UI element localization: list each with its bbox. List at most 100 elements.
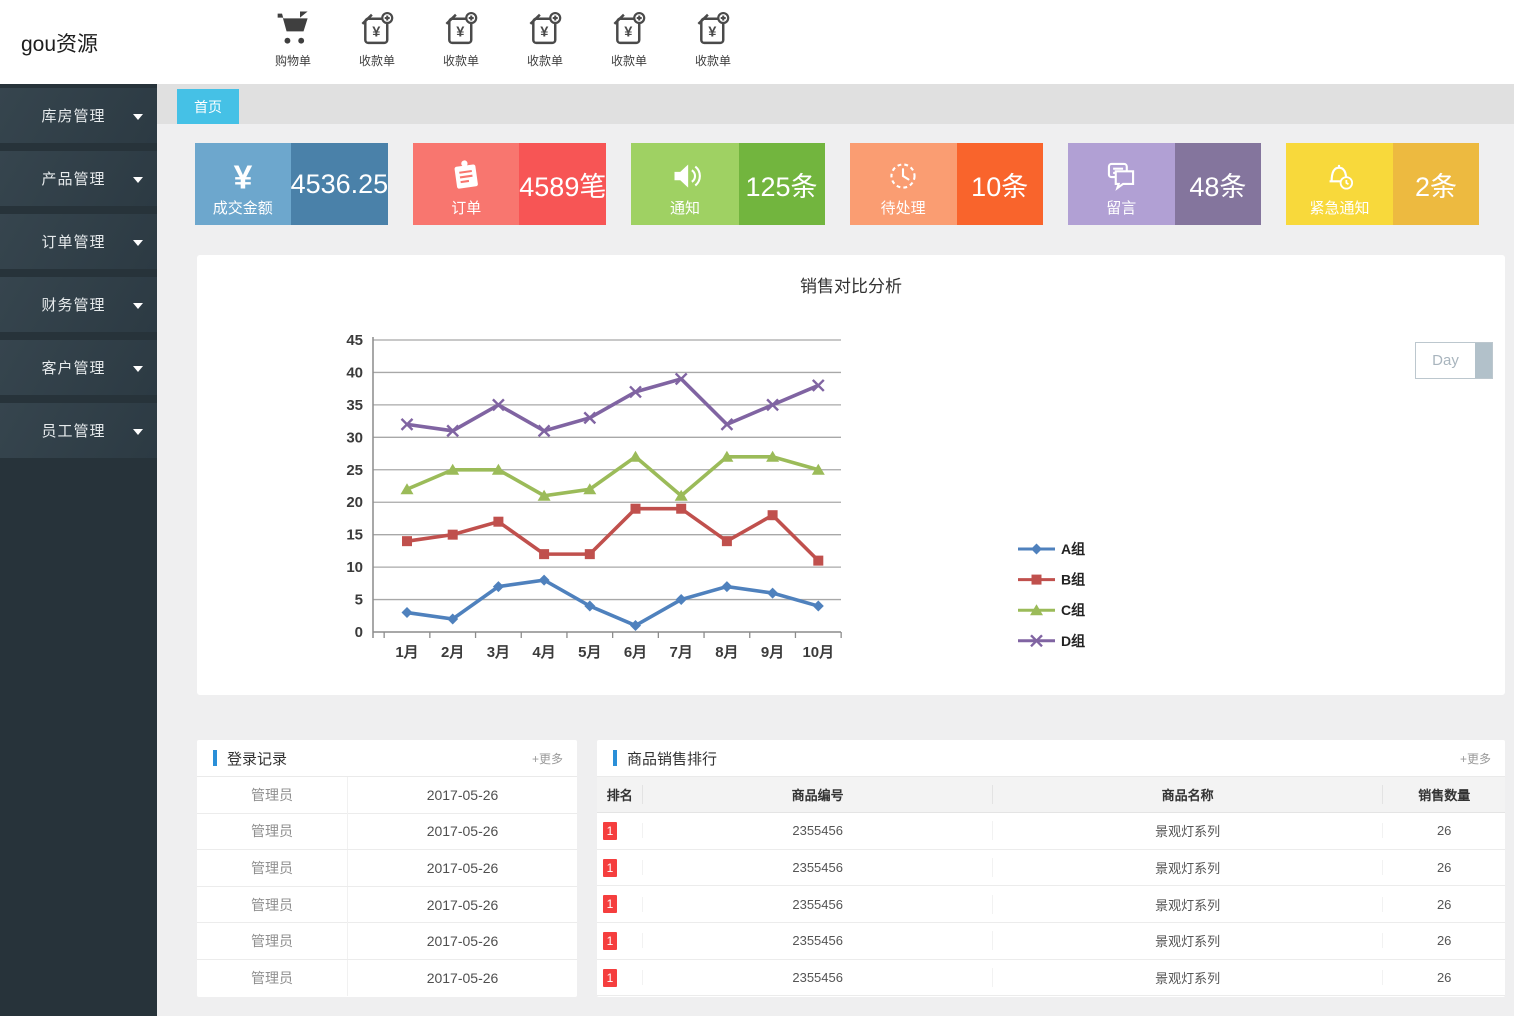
svg-text:C组: C组 (1061, 602, 1085, 618)
sidebar-item-warehouse[interactable]: 库房管理 (0, 88, 157, 143)
stat-card-deal-amount[interactable]: ¥ 成交金额 4536.25 (195, 143, 389, 225)
brand-logo: gou资源 (21, 33, 99, 56)
login-date: 2017-05-26 (347, 849, 577, 886)
stat-card-messages[interactable]: 留言 48条 (1067, 143, 1261, 225)
sales-table-header: 排名 商品编号 商品名称 销售数量 (597, 777, 1505, 813)
svg-text:1月: 1月 (395, 644, 418, 661)
svg-text:3月: 3月 (487, 644, 510, 661)
sales-quantity: 26 (1382, 860, 1505, 876)
svg-text:¥: ¥ (624, 24, 633, 40)
receipt-add-icon: ¥ (526, 9, 564, 49)
cart-icon (274, 9, 312, 49)
speaker-icon (664, 154, 706, 196)
login-date: 2017-05-26 (347, 813, 577, 850)
tab-home[interactable]: 首页 (177, 89, 239, 124)
stat-card-notices[interactable]: 通知 125条 (631, 143, 825, 225)
product-name: 景观灯系列 (991, 894, 1382, 914)
more-link[interactable]: +更多 (1460, 750, 1491, 767)
rank-badge: 1 (603, 895, 617, 914)
stat-label: 成交金额 (212, 200, 273, 217)
header-action-receipt-5[interactable]: ¥ 收款单 (689, 9, 737, 69)
svg-text:B组: B组 (1061, 572, 1085, 588)
product-code: 2355456 (642, 970, 992, 986)
svg-text:4月: 4月 (532, 644, 555, 661)
product-code: 2355456 (642, 860, 992, 876)
range-select-value: Day (1432, 352, 1459, 369)
svg-text:5月: 5月 (578, 644, 601, 661)
column-header-rank: 排名 (606, 788, 633, 803)
title-accent-bar (213, 750, 217, 766)
login-record-row: 管理员 2017-05-26 (197, 923, 577, 960)
login-date: 2017-05-26 (347, 776, 577, 813)
header-action-label: 收款单 (358, 54, 395, 68)
chart-series-A组 (401, 574, 824, 632)
header-action-receipt-3[interactable]: ¥ 收款单 (521, 9, 569, 69)
svg-text:45: 45 (346, 332, 363, 349)
svg-text:20: 20 (346, 494, 363, 511)
receipt-add-icon: ¥ (610, 9, 648, 49)
sidebar-item-order[interactable]: 订单管理 (0, 214, 157, 269)
login-record-row: 管理员 2017-05-26 (197, 813, 577, 851)
header-action-receipt-2[interactable]: ¥ 收款单 (437, 9, 485, 69)
svg-text:30: 30 (346, 429, 363, 446)
sales-quantity: 26 (1382, 970, 1505, 986)
header-action-label: 收款单 (610, 54, 647, 68)
stat-label: 待处理 (880, 200, 926, 217)
order-icon (445, 154, 487, 196)
header-action-label: 收款单 (526, 54, 563, 68)
column-header-qty: 销售数量 (1382, 785, 1505, 804)
header-action-shopping-list[interactable]: 购物单 (269, 9, 317, 69)
line-chart: 0 5 10 15 20 25 30 35 40 45 1月 2月 3月 4月 5月 6月 7月 8月 9月 10月 A… (346, 332, 1085, 661)
sales-rank-row: 1 2355456 景观灯系列 26 (597, 850, 1505, 887)
svg-text:10: 10 (346, 559, 363, 576)
rank-badge: 1 (603, 821, 617, 840)
product-code: 2355456 (642, 933, 992, 949)
select-handle-icon (1475, 343, 1492, 378)
receipt-add-icon: ¥ (694, 9, 732, 49)
stat-value: 2条 (1393, 143, 1480, 225)
main-content: ¥ 成交金额 4536.25 订单 4589笔 通知 125条 待处理 10条 … (157, 124, 1514, 1016)
sidebar-item-product[interactable]: 产品管理 (0, 151, 157, 206)
sidebar-item-employee[interactable]: 员工管理 (0, 403, 157, 458)
title-accent-bar (613, 750, 617, 766)
login-records-panel: 登录记录 +更多 管理员 2017-05-26 管理员 2017-05-26 管… (197, 740, 577, 997)
login-user: 管理员 (251, 933, 293, 950)
sales-quantity: 26 (1382, 896, 1505, 912)
chevron-down-icon (133, 239, 143, 246)
sales-rank-row: 1 2355456 景观灯系列 26 (597, 923, 1505, 960)
stat-card-pending[interactable]: 待处理 10条 (849, 143, 1043, 225)
svg-text:10月: 10月 (802, 644, 834, 661)
svg-text:40: 40 (346, 364, 363, 381)
product-name: 景观灯系列 (991, 821, 1382, 841)
top-header: gou资源 购物单 ¥ 收款单 ¥ 收款单 ¥ 收款单 ¥ 收款单 ¥ 收款单 (0, 0, 1514, 84)
panel-title: 登录记录 (227, 750, 288, 768)
stat-card-orders[interactable]: 订单 4589笔 (413, 143, 607, 225)
more-link[interactable]: +更多 (532, 750, 563, 767)
stat-card-urgent-notice[interactable]: 紧急通知 2条 (1285, 143, 1480, 225)
stat-label: 紧急通知 (1309, 200, 1370, 217)
range-select[interactable]: Day (1415, 342, 1493, 379)
sales-quantity: 26 (1382, 823, 1505, 839)
stat-value: 4536.25 (290, 143, 389, 225)
svg-text:25: 25 (346, 462, 363, 479)
legend-item-B组: B组 (1018, 572, 1085, 588)
login-record-row: 管理员 2017-05-26 (197, 849, 577, 887)
rank-badge: 1 (603, 858, 617, 877)
svg-text:0: 0 (355, 624, 363, 641)
clock-icon (882, 154, 924, 196)
yen-icon: ¥ (222, 154, 264, 196)
sidebar-item-customer[interactable]: 客户管理 (0, 340, 157, 395)
sales-rank-row: 1 2355456 景观灯系列 26 (597, 813, 1505, 850)
login-date: 2017-05-26 (347, 960, 577, 997)
header-action-label: 收款单 (442, 54, 479, 68)
product-name: 景观灯系列 (991, 931, 1382, 951)
header-action-receipt-1[interactable]: ¥ 收款单 (353, 9, 401, 69)
header-action-receipt-4[interactable]: ¥ 收款单 (605, 9, 653, 69)
tab-bar: 首页 (157, 84, 1514, 124)
svg-text:7月: 7月 (670, 644, 693, 661)
header-action-label: 购物单 (274, 54, 311, 68)
legend-item-A组: A组 (1018, 541, 1085, 557)
svg-text:8月: 8月 (715, 644, 738, 661)
sidebar-item-finance[interactable]: 财务管理 (0, 277, 157, 332)
svg-text:15: 15 (346, 527, 363, 544)
